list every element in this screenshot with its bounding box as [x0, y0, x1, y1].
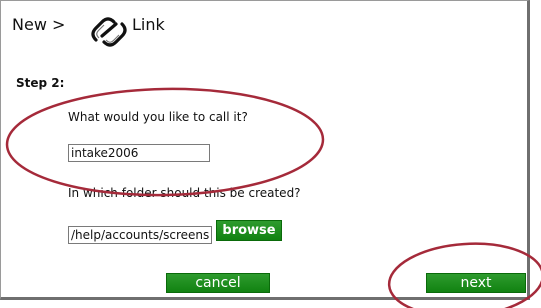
cancel-button[interactable]: cancel — [166, 273, 270, 293]
name-input[interactable] — [68, 144, 210, 162]
folder-prompt: In which folder should this be created? — [68, 186, 301, 200]
breadcrumb: New > — [12, 15, 66, 34]
name-prompt: What would you like to call it? — [68, 110, 248, 124]
next-button[interactable]: next — [426, 273, 526, 293]
folder-input[interactable] — [68, 226, 212, 244]
page-title: Link — [132, 15, 165, 34]
step-label: Step 2: — [16, 76, 65, 90]
chain-link-icon — [91, 17, 127, 47]
browse-button[interactable]: browse — [216, 220, 282, 241]
